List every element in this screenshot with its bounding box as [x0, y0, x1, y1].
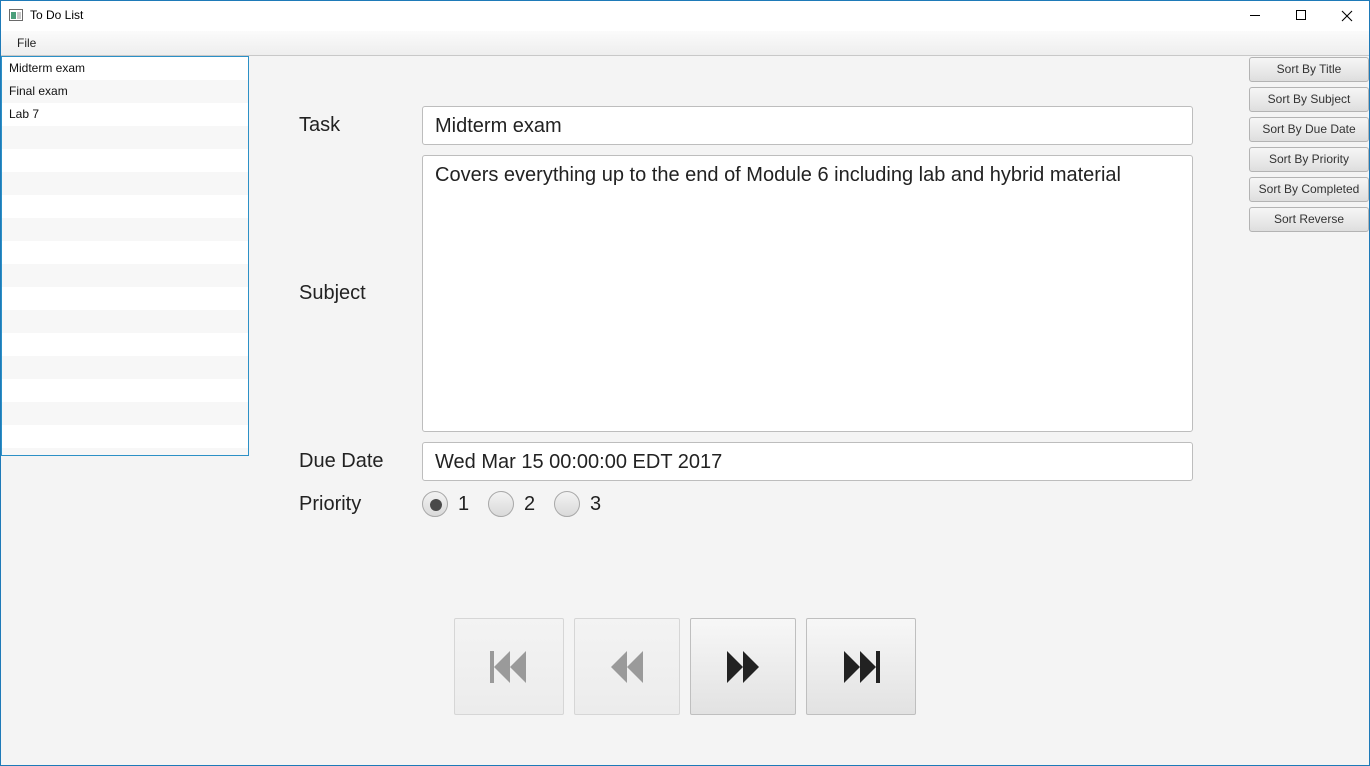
last-button[interactable] [806, 618, 916, 715]
task-input[interactable]: Midterm exam [422, 106, 1193, 145]
next-button[interactable] [690, 618, 796, 715]
sort-by-due-date-button[interactable]: Sort By Due Date [1249, 117, 1369, 142]
close-icon [1341, 10, 1353, 22]
empty-list-row [2, 402, 248, 425]
empty-list-row [2, 172, 248, 195]
list-item[interactable]: Lab 7 [2, 103, 248, 126]
previous-button[interactable] [574, 618, 680, 715]
radio-circle [488, 491, 514, 517]
menu-bar: File [1, 31, 1369, 56]
sort-by-priority-button[interactable]: Sort By Priority [1249, 147, 1369, 172]
empty-list-row [2, 425, 248, 448]
list-item[interactable]: Final exam [2, 80, 248, 103]
next-icon [727, 650, 759, 683]
menu-file[interactable]: File [11, 35, 42, 51]
empty-list-row [2, 264, 248, 287]
empty-list-row [2, 448, 248, 455]
empty-list-row [2, 310, 248, 333]
empty-list-row [2, 195, 248, 218]
task-label: Task [299, 114, 341, 136]
empty-list-row [2, 379, 248, 402]
radio-circle [554, 491, 580, 517]
previous-icon [611, 650, 643, 683]
radio-selected-dot [430, 499, 442, 511]
due-date-label: Due Date [299, 450, 384, 472]
empty-list-row [2, 356, 248, 379]
sort-by-title-button[interactable]: Sort By Title [1249, 57, 1369, 82]
empty-list-row [2, 149, 248, 172]
maximize-button[interactable] [1278, 0, 1324, 31]
task-list[interactable]: Midterm exam Final exam Lab 7 [1, 56, 249, 456]
empty-list-row [2, 333, 248, 356]
last-icon [844, 650, 880, 683]
app-icon [9, 9, 23, 21]
sort-reverse-button[interactable]: Sort Reverse [1249, 207, 1369, 232]
subject-textarea[interactable]: Covers everything up to the end of Modul… [422, 155, 1193, 432]
sort-by-subject-button[interactable]: Sort By Subject [1249, 87, 1369, 112]
sort-by-completed-button[interactable]: Sort By Completed [1249, 177, 1369, 202]
priority-label: Priority [299, 493, 362, 515]
subject-label: Subject [299, 282, 366, 304]
close-button[interactable] [1324, 0, 1370, 31]
empty-list-row [2, 126, 248, 149]
radio-label: 3 [590, 493, 602, 515]
window-title: To Do List [30, 8, 84, 22]
first-icon [490, 650, 526, 683]
empty-list-row [2, 287, 248, 310]
minimize-button[interactable] [1232, 0, 1278, 31]
list-item[interactable]: Midterm exam [2, 57, 248, 80]
radio-label: 1 [458, 493, 470, 515]
radio-circle [422, 491, 448, 517]
due-date-input[interactable]: Wed Mar 15 00:00:00 EDT 2017 [422, 442, 1193, 481]
title-bar: To Do List [0, 0, 1370, 31]
empty-list-row [2, 218, 248, 241]
empty-list-row [2, 241, 248, 264]
radio-label: 2 [524, 493, 536, 515]
first-button[interactable] [454, 618, 564, 715]
